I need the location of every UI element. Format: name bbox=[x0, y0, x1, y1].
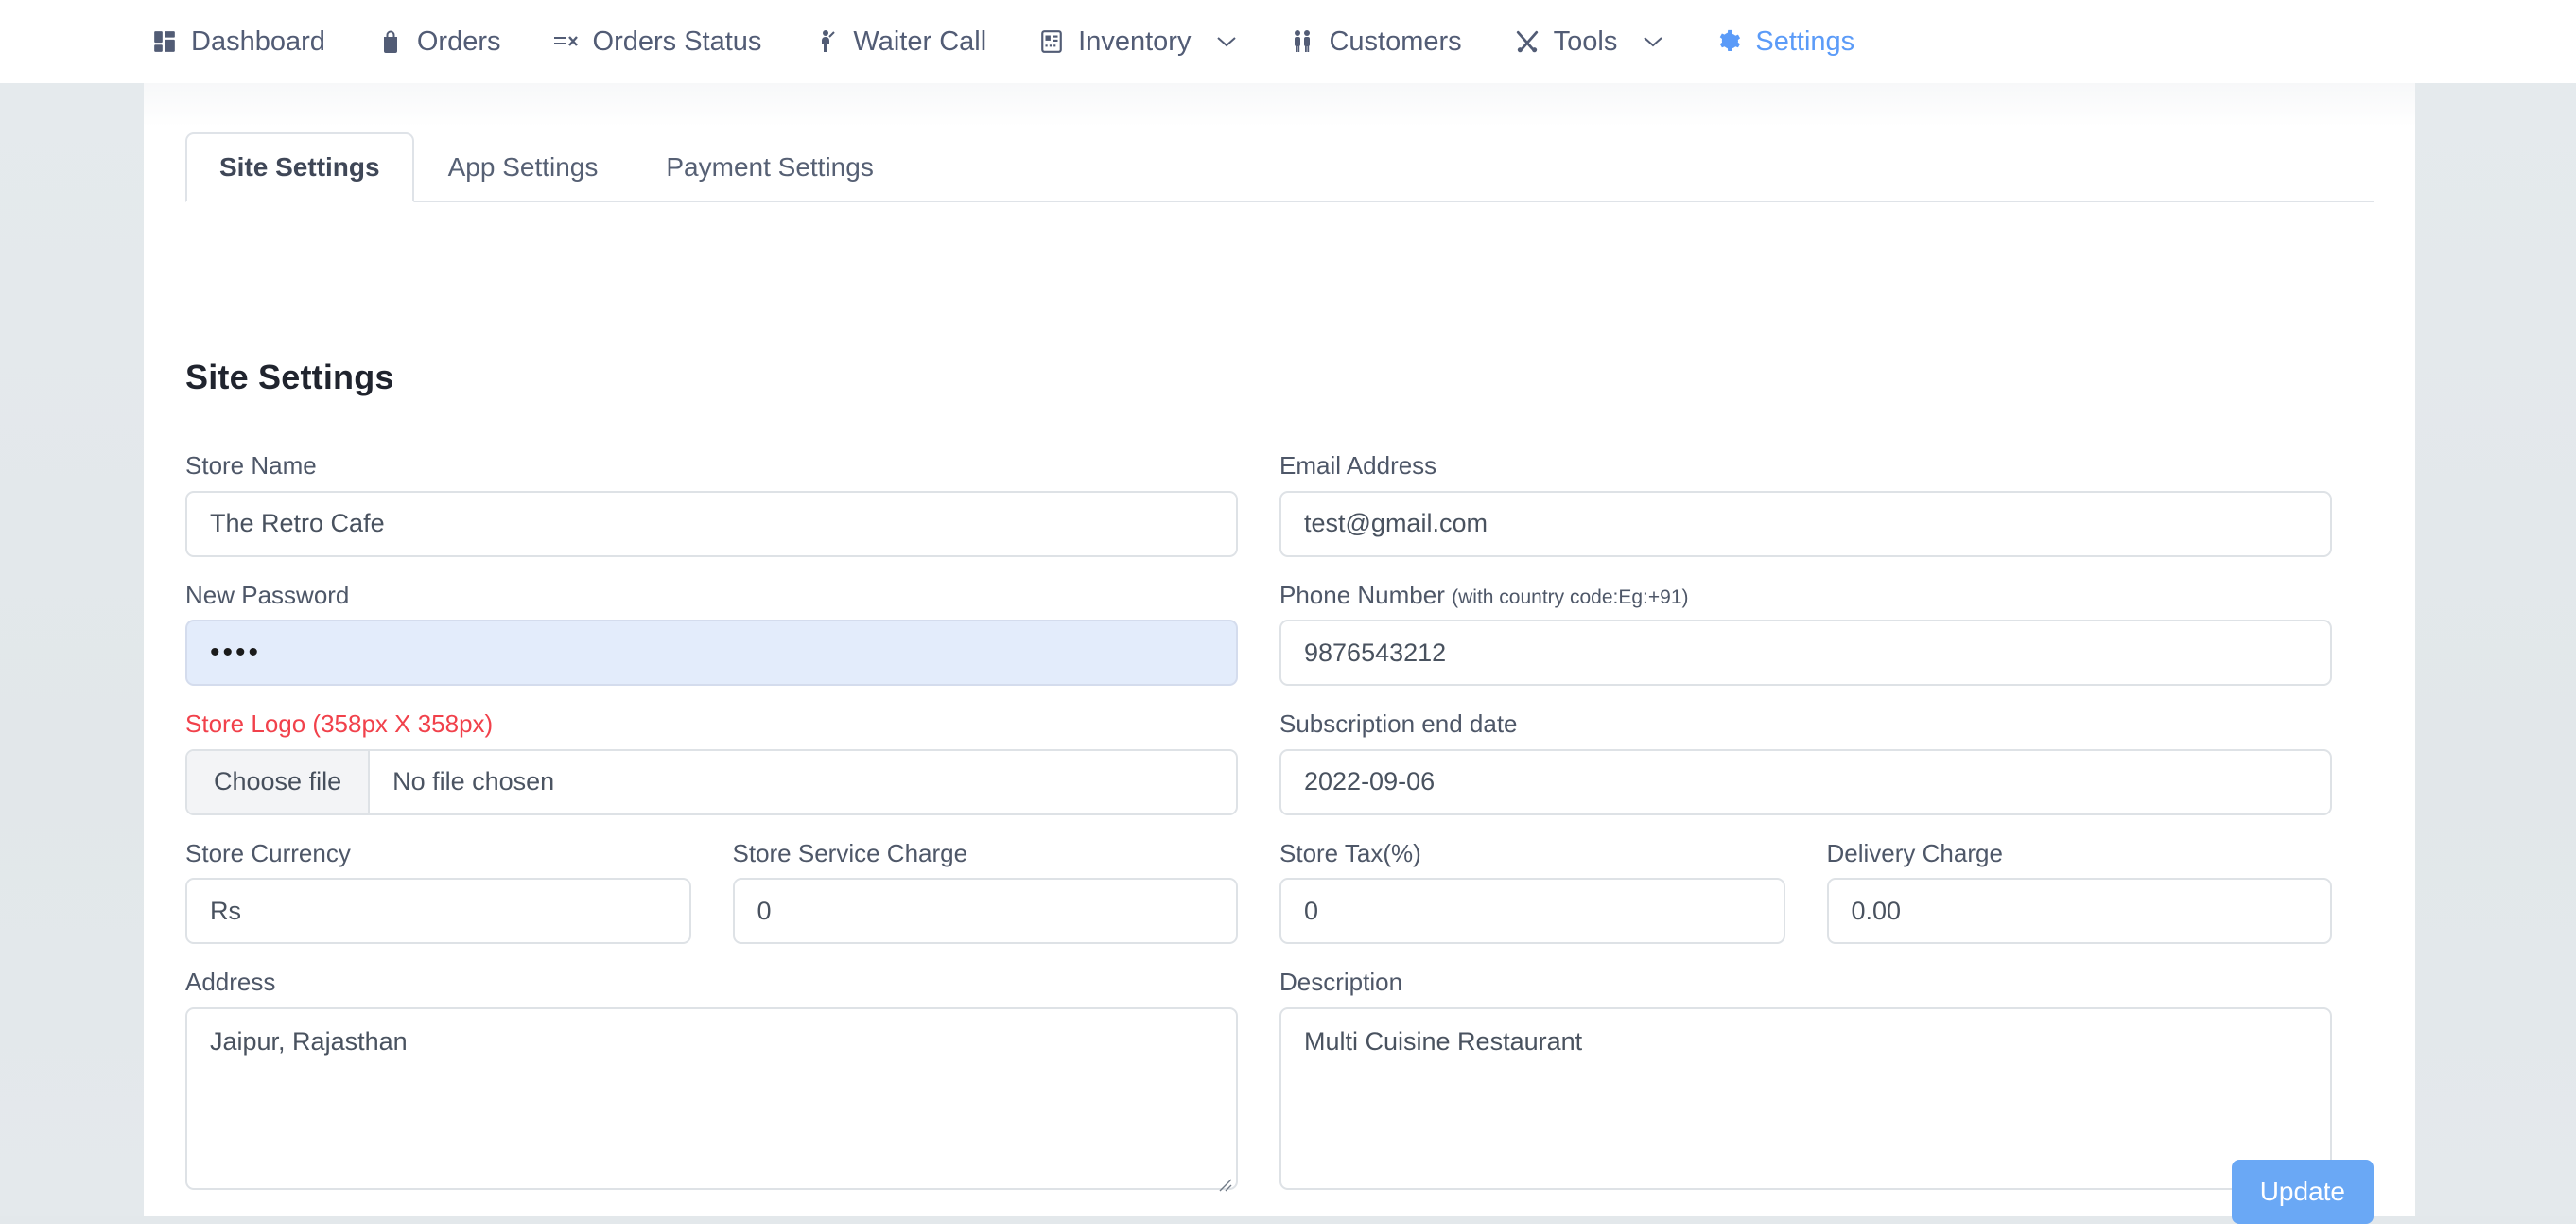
label-store-name: Store Name bbox=[185, 451, 317, 480]
nav-item-waiter-call[interactable]: Waiter Call bbox=[787, 0, 1012, 83]
nav-item-orders-status[interactable]: Orders Status bbox=[527, 0, 788, 83]
chevron-down-icon[interactable] bbox=[1643, 35, 1663, 48]
form-col-store-logo: Store Logo (358px X 358px) Choose file N… bbox=[185, 710, 1279, 840]
tools-cross-icon bbox=[1513, 27, 1541, 56]
email-input[interactable]: test@gmail.com bbox=[1279, 490, 2332, 557]
label-phone-main: Phone Number bbox=[1279, 580, 1445, 609]
address-value: Jaipur, Rajasthan bbox=[210, 1026, 408, 1056]
site-settings-form: Store Name The Retro Cafe Email Address … bbox=[185, 452, 2374, 1215]
form-col-password: New Password •••• bbox=[185, 580, 1279, 711]
tab-site-settings[interactable]: Site Settings bbox=[185, 132, 414, 202]
field-description: Description Multi Cuisine Restaurant bbox=[1279, 968, 2332, 1192]
field-store-name: Store Name The Retro Cafe bbox=[185, 452, 1238, 557]
customers-icon bbox=[1288, 27, 1316, 56]
store-name-input[interactable]: The Retro Cafe bbox=[185, 490, 1238, 557]
nav-item-settings[interactable]: Settings bbox=[1689, 0, 1880, 83]
nav-label-waiter-call: Waiter Call bbox=[853, 26, 987, 57]
label-phone: Phone Number (with country code:Eg:+91) bbox=[1279, 580, 2332, 609]
settings-card: Site Settings App Settings Payment Setti… bbox=[144, 83, 2415, 1224]
form-col-delivery-charge: Delivery Charge 0.00 bbox=[1826, 838, 2375, 970]
nav-item-tools[interactable]: Tools bbox=[1488, 0, 1690, 83]
label-store-tax: Store Tax(%) bbox=[1279, 838, 1421, 867]
service-charge-input[interactable]: 0 bbox=[732, 878, 1238, 945]
description-value: Multi Cuisine Restaurant bbox=[1304, 1026, 1583, 1056]
subscription-end-date-input[interactable]: 2022-09-06 bbox=[1279, 748, 2332, 815]
label-phone-hint: (with country code:Eg:+91) bbox=[1452, 586, 1689, 608]
nav-item-customers[interactable]: Customers bbox=[1262, 0, 1487, 83]
nav-item-orders[interactable]: Orders bbox=[351, 0, 527, 83]
tab-payment-settings[interactable]: Payment Settings bbox=[632, 132, 907, 202]
store-logo-file-input[interactable]: Choose file No file chosen bbox=[185, 748, 1238, 815]
new-password-input[interactable]: •••• bbox=[185, 620, 1238, 687]
waiter-icon bbox=[812, 27, 841, 56]
field-phone: Phone Number (with country code:Eg:+91) … bbox=[1279, 580, 2332, 687]
label-email: Email Address bbox=[1279, 451, 1437, 480]
bag-icon bbox=[376, 27, 405, 56]
label-store-logo: Store Logo (358px X 358px) bbox=[185, 709, 494, 739]
field-store-logo: Store Logo (358px X 358px) Choose file N… bbox=[185, 710, 1238, 815]
form-col-phone: Phone Number (with country code:Eg:+91) … bbox=[1279, 580, 2374, 711]
field-subscription-end-date: Subscription end date 2022-09-06 bbox=[1279, 710, 2332, 815]
nav-item-inventory[interactable]: Inventory bbox=[1012, 0, 1262, 83]
nav-label-orders: Orders bbox=[416, 26, 501, 57]
inventory-box-icon bbox=[1037, 27, 1066, 56]
field-email: Email Address test@gmail.com bbox=[1279, 452, 2332, 557]
field-new-password: New Password •••• bbox=[185, 580, 1238, 687]
nav-label-tools: Tools bbox=[1553, 26, 1618, 57]
field-address: Address Jaipur, Rajasthan bbox=[185, 968, 1238, 1192]
field-delivery-charge: Delivery Charge 0.00 bbox=[1826, 838, 2332, 945]
form-col-subscription: Subscription end date 2022-09-06 bbox=[1279, 710, 2374, 840]
file-status-text: No file chosen bbox=[392, 767, 555, 796]
label-service-charge: Store Service Charge bbox=[732, 838, 968, 867]
page-title: Site Settings bbox=[185, 358, 394, 396]
dashboard-grid-icon bbox=[150, 27, 179, 56]
nav-label-orders-status: Orders Status bbox=[592, 26, 762, 57]
label-address: Address bbox=[185, 968, 276, 997]
chevron-down-icon[interactable] bbox=[1216, 35, 1237, 48]
form-row-2: New Password •••• Phone Number (with cou… bbox=[185, 580, 2374, 711]
gear-icon bbox=[1714, 27, 1743, 56]
label-store-currency: Store Currency bbox=[185, 838, 351, 867]
delivery-charge-input[interactable]: 0.00 bbox=[1826, 878, 2332, 945]
store-currency-input[interactable]: Rs bbox=[185, 878, 691, 945]
form-col-email: Email Address test@gmail.com bbox=[1279, 452, 2374, 582]
list-check-icon bbox=[552, 27, 581, 56]
form-col-currency: Store Currency Rs bbox=[185, 840, 733, 970]
label-description: Description bbox=[1279, 968, 1403, 997]
nav-label-inventory: Inventory bbox=[1078, 26, 1192, 57]
card-top-fade bbox=[144, 83, 2415, 127]
nav-label-dashboard: Dashboard bbox=[191, 26, 325, 57]
form-col-store-name: Store Name The Retro Cafe bbox=[185, 452, 1279, 582]
nav-label-settings: Settings bbox=[1755, 26, 1855, 57]
store-tax-input[interactable]: 0 bbox=[1279, 878, 1785, 945]
navbar-items: Dashboard Orders Orders Status Waiter Ca… bbox=[0, 0, 1880, 83]
form-row-3: Store Logo (358px X 358px) Choose file N… bbox=[185, 710, 2374, 840]
update-button[interactable]: Update bbox=[2231, 1160, 2374, 1224]
tab-app-settings[interactable]: App Settings bbox=[414, 132, 633, 202]
form-col-service-charge: Store Service Charge 0 bbox=[732, 838, 1280, 970]
label-new-password: New Password bbox=[185, 580, 350, 609]
settings-tabs: Site Settings App Settings Payment Setti… bbox=[185, 132, 2374, 202]
nav-item-dashboard[interactable]: Dashboard bbox=[125, 0, 351, 83]
form-row-1: Store Name The Retro Cafe Email Address … bbox=[185, 452, 2374, 582]
nav-label-customers: Customers bbox=[1329, 26, 1462, 57]
form-col-store-tax: Store Tax(%) 0 bbox=[1279, 840, 1827, 970]
phone-input[interactable]: 9876543212 bbox=[1279, 620, 2332, 687]
choose-file-button[interactable]: Choose file bbox=[187, 750, 371, 813]
field-store-tax: Store Tax(%) 0 bbox=[1279, 840, 1785, 945]
password-mask: •••• bbox=[210, 637, 262, 669]
label-delivery-charge: Delivery Charge bbox=[1826, 838, 2003, 867]
field-service-charge: Store Service Charge 0 bbox=[732, 838, 1238, 945]
form-footer: Update bbox=[185, 1160, 2374, 1224]
form-row-4: Store Currency Rs Store Service Charge 0… bbox=[185, 840, 2374, 970]
label-subscription-end-date: Subscription end date bbox=[1279, 709, 1518, 739]
field-store-currency: Store Currency Rs bbox=[185, 840, 691, 945]
top-navbar: Dashboard Orders Orders Status Waiter Ca… bbox=[0, 0, 2576, 83]
